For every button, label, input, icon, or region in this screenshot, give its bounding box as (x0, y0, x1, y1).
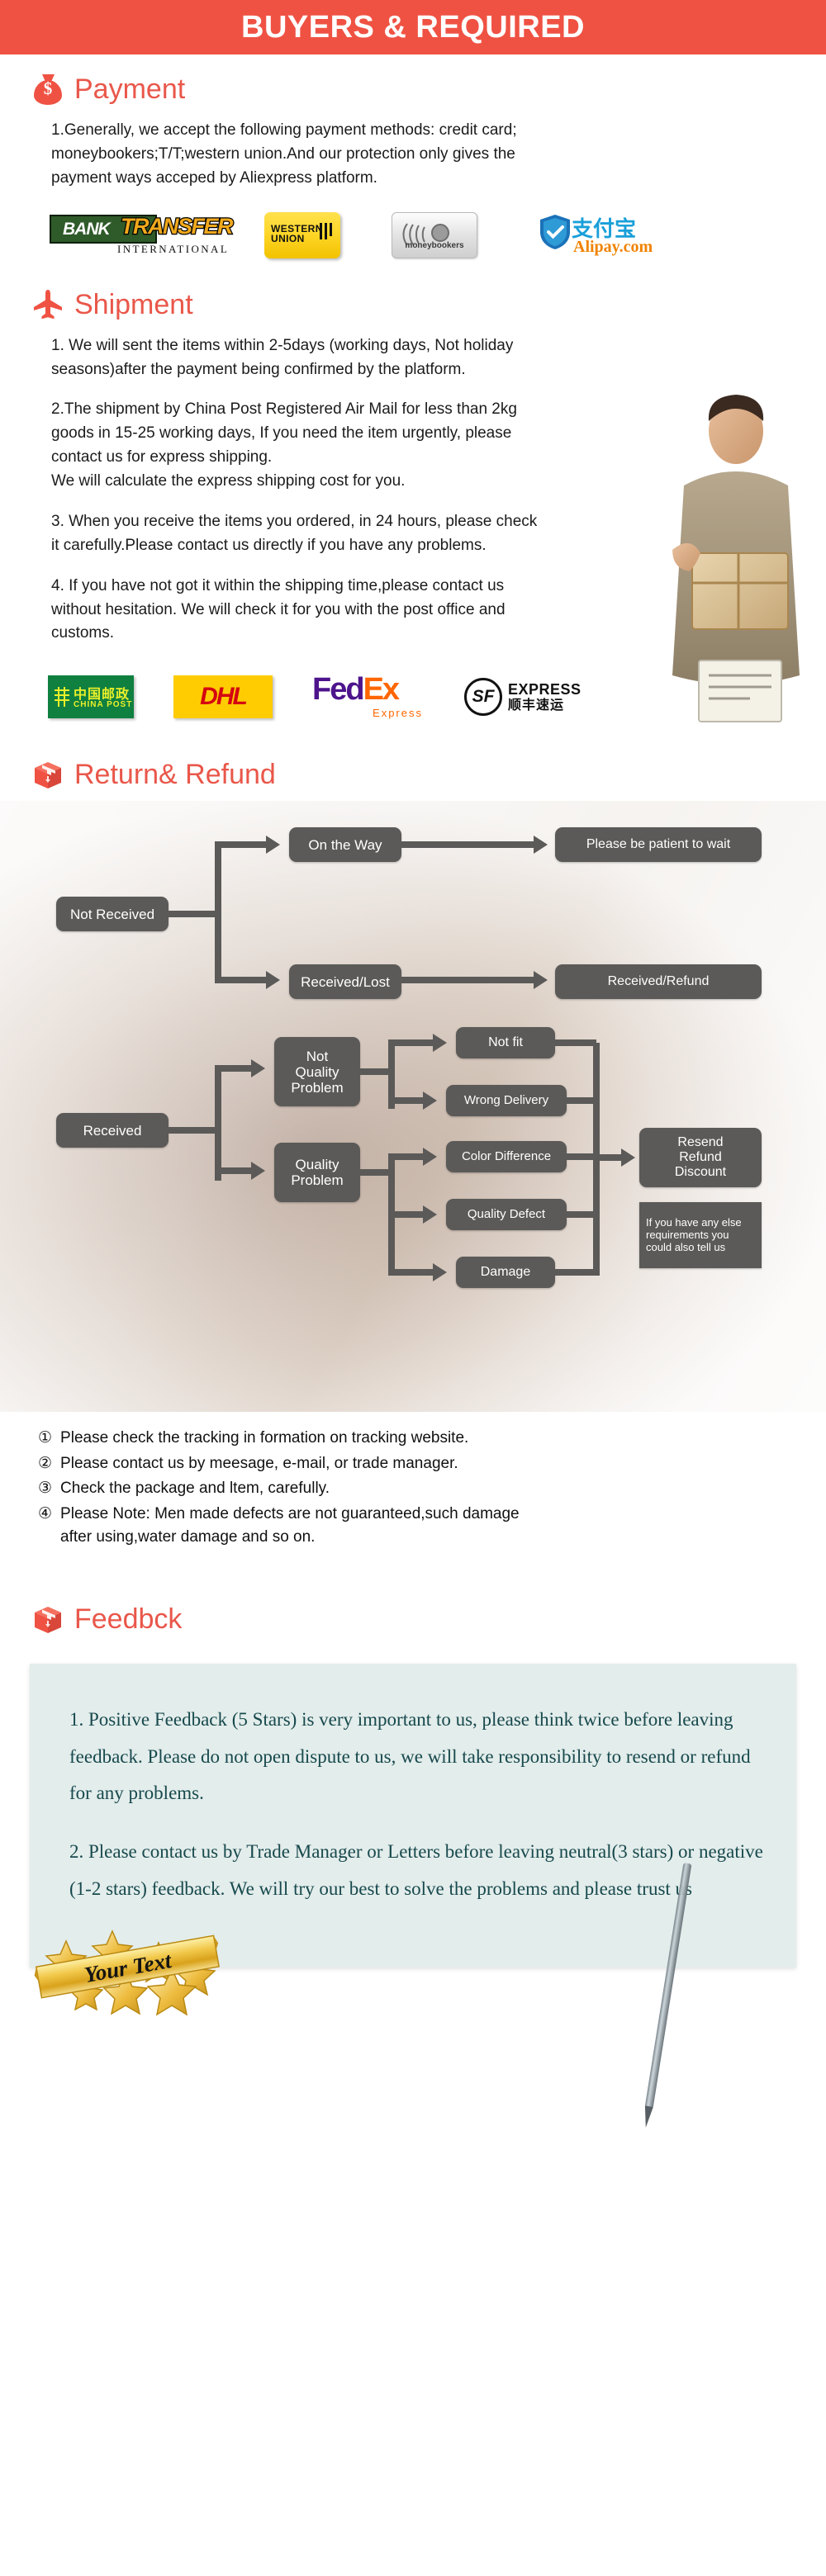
payment-heading: Payment (74, 73, 186, 105)
sf-express-cn: 顺丰速运 (508, 697, 565, 713)
section-header-return-refund: Return& Refund (0, 758, 826, 791)
flow-node-quality-defect: Quality Defect (446, 1199, 567, 1231)
western-union-logo: WESTERN UNION (264, 211, 340, 258)
shield-icon (540, 214, 570, 249)
bank-transfer-line2: TRANSFER (120, 212, 235, 239)
bank-transfer-line3: INTERNATIONAL (117, 242, 230, 255)
flow-node-on-the-way: On the Way (289, 827, 401, 863)
airplane-icon (31, 288, 64, 321)
wu-line2: UNION (271, 232, 305, 244)
flow-node-received-refund: Received/Refund (555, 964, 762, 1000)
fedex-express: Express (373, 707, 423, 720)
flow-node-please-be-patient: Please be patient to wait (555, 827, 762, 863)
note-number: ① (38, 1429, 53, 1447)
flow-node-received-lost: Received/Lost (289, 964, 401, 1000)
flow-node-quality-problem: Quality Problem (274, 1143, 360, 1203)
payment-body: 1.Generally, we accept the following pay… (51, 121, 517, 187)
sf-express-logo: SF EXPRESS 顺丰速运 (464, 674, 588, 720)
bank-transfer-line1: BANK (63, 219, 111, 239)
flow-node-not-quality-problem: Not Quality Problem (274, 1037, 360, 1107)
china-post-mark-icon (55, 687, 69, 708)
ribbon-badge: Your Text (33, 1918, 223, 2042)
fedex-fed: Fed (312, 672, 365, 708)
alipay-com: Alipay.com (573, 237, 653, 256)
dhl-text: DHL (200, 683, 248, 711)
shipment-para-1: 1. We will sent the items within 2-5days… (51, 336, 514, 378)
return-refund-notes: ① Please check the tracking in formation… (0, 1427, 826, 1550)
flow-node-not-fit: Not fit (456, 1027, 555, 1059)
note-number: ② (38, 1454, 53, 1472)
shipment-heading: Shipment (74, 288, 193, 320)
wu-bars-icon (320, 222, 332, 239)
flow-node-received: Received (56, 1113, 169, 1148)
flow-node-color-difference: Color Difference (446, 1141, 567, 1173)
sf-express-en: EXPRESS (508, 680, 582, 698)
shipment-para-3: 3. When you receive the items you ordere… (51, 512, 538, 554)
section-header-feedback: Feedbck (0, 1603, 826, 1636)
feedback-heading: Feedbck (74, 1603, 183, 1635)
note-text: Please check the tracking in formation o… (60, 1429, 469, 1447)
moneybookers-label: moneybookers (405, 240, 464, 250)
return-refund-flowchart: Not Received On the Way Please be patien… (0, 801, 826, 1413)
moneybookers-logo: moneybookers (392, 211, 477, 258)
bank-transfer-logo: BANK TRANSFER INTERNATIONAL (50, 211, 235, 259)
section-header-shipment: Shipment (0, 288, 826, 321)
package-box-icon (31, 1603, 64, 1636)
flow-node-resend-refund-discount: Resend Refund Discount (639, 1128, 762, 1188)
feedback-paragraph-2: 2. Please contact us by Trade Manager or… (69, 1841, 763, 1900)
sf-badge: SF (464, 678, 502, 717)
promo-page: BUYERS & REQUIRED $ Payment 1.Generally,… (0, 0, 826, 2576)
note-text: Please contact us by meesage, e-mail, or… (60, 1454, 458, 1472)
note-number: ④ (38, 1504, 53, 1522)
shipment-logo-row: 中国邮政 CHINA POST DHL FedEx Express SF EXP… (0, 674, 826, 720)
note-item: ① Please check the tracking in formation… (38, 1427, 788, 1451)
note-text: Check the package and ltem, carefully. (60, 1480, 330, 1498)
note-number: ③ (38, 1480, 53, 1498)
package-box-icon (31, 758, 64, 791)
note-item: ④ Please Note: Men made defects are not … (38, 1503, 788, 1550)
flow-node-not-received: Not Received (56, 897, 169, 932)
note-text: Please Note: Men made defects are not gu… (60, 1504, 520, 1546)
alipay-logo: 支付宝 Alipay.com (539, 211, 662, 260)
banner-title: BUYERS & REQUIRED (241, 9, 585, 45)
return-refund-heading: Return& Refund (74, 759, 276, 791)
flow-node-damage: Damage (456, 1257, 555, 1289)
page-banner: BUYERS & REQUIRED (0, 0, 826, 54)
feedback-paragraph-1: 1. Positive Feedback (5 Stars) is very i… (69, 1708, 751, 1804)
china-post-en: CHINA POST (74, 700, 133, 710)
shipment-para-2: 2.The shipment by China Post Registered … (51, 400, 517, 490)
fedex-ex: Ex (363, 672, 401, 708)
note-item: ③ Check the package and ltem, carefully. (38, 1477, 788, 1501)
china-post-logo: 中国邮政 CHINA POST (48, 675, 134, 719)
payment-logo-row: BANK TRANSFER INTERNATIONAL WESTERN UNIO… (0, 211, 826, 260)
money-bag-icon: $ (31, 73, 64, 106)
fedex-logo: FedEx Express (312, 674, 425, 720)
note-item: ② Please contact us by meesage, e-mail, … (38, 1452, 788, 1476)
dhl-logo: DHL (173, 675, 273, 719)
flow-node-wrong-delivery: Wrong Delivery (446, 1085, 567, 1117)
section-header-payment: $ Payment (0, 73, 826, 106)
flow-node-else-requirements: If you have any else requirements you co… (639, 1202, 762, 1269)
shipment-para-4: 4. If you have not got it within the shi… (51, 576, 506, 642)
